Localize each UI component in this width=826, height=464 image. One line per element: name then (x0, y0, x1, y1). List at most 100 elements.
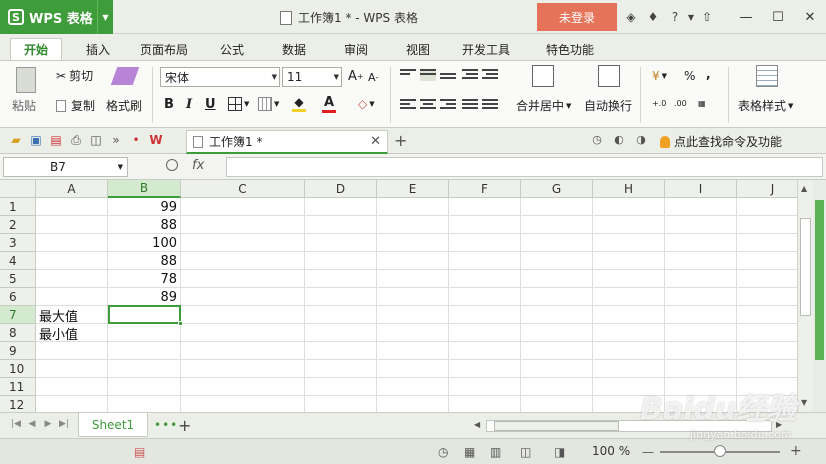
skin-icon[interactable]: ◈ (620, 10, 642, 24)
normal-view-icon[interactable]: ▦ (464, 445, 475, 459)
scroll-left-icon[interactable]: ◀ (474, 420, 480, 429)
align-center-icon[interactable] (420, 99, 436, 111)
tab-page-layout[interactable]: 页面布局 (132, 38, 196, 60)
fill-color-button[interactable]: ◆ (292, 95, 306, 112)
cell-b1[interactable]: 99 (108, 198, 180, 216)
scroll-down-icon[interactable]: ▼ (801, 398, 807, 407)
indent-decrease-icon[interactable] (462, 69, 478, 81)
next-sheet-icon[interactable]: ▶ (40, 419, 56, 429)
font-size-select[interactable]: 11 ▼ (282, 67, 342, 87)
cell-a7[interactable]: 最大值 (36, 306, 108, 325)
login-button[interactable]: 未登录 (537, 3, 617, 31)
cell-b3[interactable]: 100 (108, 234, 180, 252)
shirt-icon[interactable]: ♦ (642, 10, 664, 24)
backup-icon[interactable]: ◷ (438, 445, 448, 459)
merge-center-label[interactable]: 合并居中 ▼ (516, 97, 571, 114)
history-icon[interactable]: ◷ (586, 133, 608, 146)
cell-b6[interactable]: 89 (108, 288, 180, 306)
export-pdf-icon[interactable]: ▤ (46, 133, 66, 148)
cut-button[interactable]: ✂ 剪切 (56, 67, 93, 84)
row-header-4[interactable]: 4 (0, 252, 36, 270)
ribbon-collapse-icon[interactable]: ⇧ (696, 10, 718, 24)
column-header-c[interactable]: C (181, 180, 305, 198)
minimize-icon[interactable]: — (730, 10, 762, 25)
column-header-h[interactable]: H (593, 180, 665, 198)
chevron-down-icon[interactable]: ▼ (97, 0, 113, 34)
help-icon[interactable]: ? (664, 10, 686, 24)
indent-increase-icon[interactable] (482, 69, 498, 81)
column-header-d[interactable]: D (305, 180, 377, 198)
print-preview-icon[interactable]: ◫ (86, 133, 106, 148)
sheet-tab-sheet1[interactable]: Sheet1 (78, 413, 148, 437)
wrap-text-button[interactable] (598, 65, 620, 87)
justify-icon[interactable] (462, 99, 478, 111)
column-header-b[interactable]: B (108, 180, 181, 198)
prev-sheet-icon[interactable]: ◀ (24, 419, 40, 429)
scroll-up-icon[interactable]: ▲ (801, 184, 807, 193)
open-folder-icon[interactable]: ▰ (6, 133, 26, 148)
decrease-decimal-icon[interactable]: .00 (674, 99, 687, 108)
number-format-icon[interactable]: ▦ (698, 99, 706, 108)
tab-view[interactable]: 视图 (396, 38, 440, 60)
close-tab-icon[interactable]: ✕ (370, 134, 381, 149)
zoom-slider[interactable] (660, 445, 780, 457)
align-top-icon[interactable] (400, 69, 416, 81)
insert-function-icon[interactable]: fx (192, 158, 204, 173)
row-header-5[interactable]: 5 (0, 270, 36, 288)
font-color-button[interactable]: A (322, 95, 336, 113)
row-header-6[interactable]: 6 (0, 288, 36, 306)
table-style-button[interactable] (756, 65, 778, 87)
column-header-g[interactable]: G (521, 180, 593, 198)
zoom-slider-knob[interactable] (714, 445, 726, 457)
clear-format-button[interactable]: ◇ ▼ (358, 97, 375, 111)
column-header-e[interactable]: E (377, 180, 449, 198)
column-header-j[interactable]: J (737, 180, 797, 198)
row-header-7[interactable]: 7 (0, 306, 36, 324)
add-sheet-button[interactable]: + (178, 416, 191, 435)
distributed-icon[interactable] (482, 99, 498, 111)
first-sheet-icon[interactable]: |◀ (8, 419, 24, 429)
percent-button[interactable]: % (684, 69, 695, 83)
align-right-icon[interactable] (440, 99, 456, 111)
underline-button[interactable]: U (205, 97, 216, 112)
cell-b5[interactable]: 78 (108, 270, 180, 288)
column-header-i[interactable]: I (665, 180, 737, 198)
row-header-12[interactable]: 12 (0, 396, 36, 412)
copy-button[interactable]: 复制 (56, 97, 95, 114)
save-icon[interactable]: ▣ (26, 133, 46, 148)
cell-b4[interactable]: 88 (108, 252, 180, 270)
reading-mode-icon[interactable]: ◨ (554, 445, 565, 459)
cell-b2[interactable]: 88 (108, 216, 180, 234)
format-painter-label[interactable]: 格式刷 (106, 97, 142, 114)
tab-special[interactable]: 特色功能 (528, 38, 612, 60)
currency-button[interactable]: ¥ ▼ (652, 69, 667, 83)
new-tab-button[interactable]: + (394, 131, 407, 150)
tab-data[interactable]: 数据 (272, 38, 316, 60)
page-break-view-icon[interactable]: ▥ (490, 445, 501, 459)
font-shrink-icon[interactable]: A- (368, 71, 378, 84)
fill-handle[interactable] (178, 321, 183, 326)
app-menu-button[interactable]: S WPS 表格 ▼ (0, 0, 113, 34)
tab-developer[interactable]: 开发工具 (454, 38, 518, 60)
table-style-label[interactable]: 表格样式 ▼ (738, 97, 793, 114)
select-all-corner[interactable] (0, 180, 36, 198)
align-left-icon[interactable] (400, 99, 416, 111)
paste-button[interactable] (16, 67, 36, 93)
share-icon[interactable]: ◐ (608, 133, 630, 146)
merge-center-button[interactable] (532, 65, 554, 87)
layout-icon[interactable]: ◑ (630, 133, 652, 146)
vertical-scrollbar[interactable]: ▲ ▼ (797, 180, 813, 412)
more-icon[interactable]: » (106, 133, 126, 148)
font-grow-icon[interactable]: A + (348, 69, 364, 84)
column-header-a[interactable]: A (36, 180, 108, 198)
print-icon[interactable]: ⎙ (66, 133, 86, 148)
paste-label[interactable]: 粘贴 (12, 97, 36, 114)
vertical-scroll-thumb[interactable] (800, 218, 811, 316)
wrap-text-label[interactable]: 自动换行 (584, 97, 632, 114)
align-bottom-icon[interactable] (440, 73, 456, 85)
tab-insert[interactable]: 插入 (76, 38, 120, 60)
more-sheets-icon[interactable]: ••• (154, 418, 178, 432)
row-header-1[interactable]: 1 (0, 198, 36, 216)
row-header-3[interactable]: 3 (0, 234, 36, 252)
formula-input[interactable] (226, 157, 823, 177)
